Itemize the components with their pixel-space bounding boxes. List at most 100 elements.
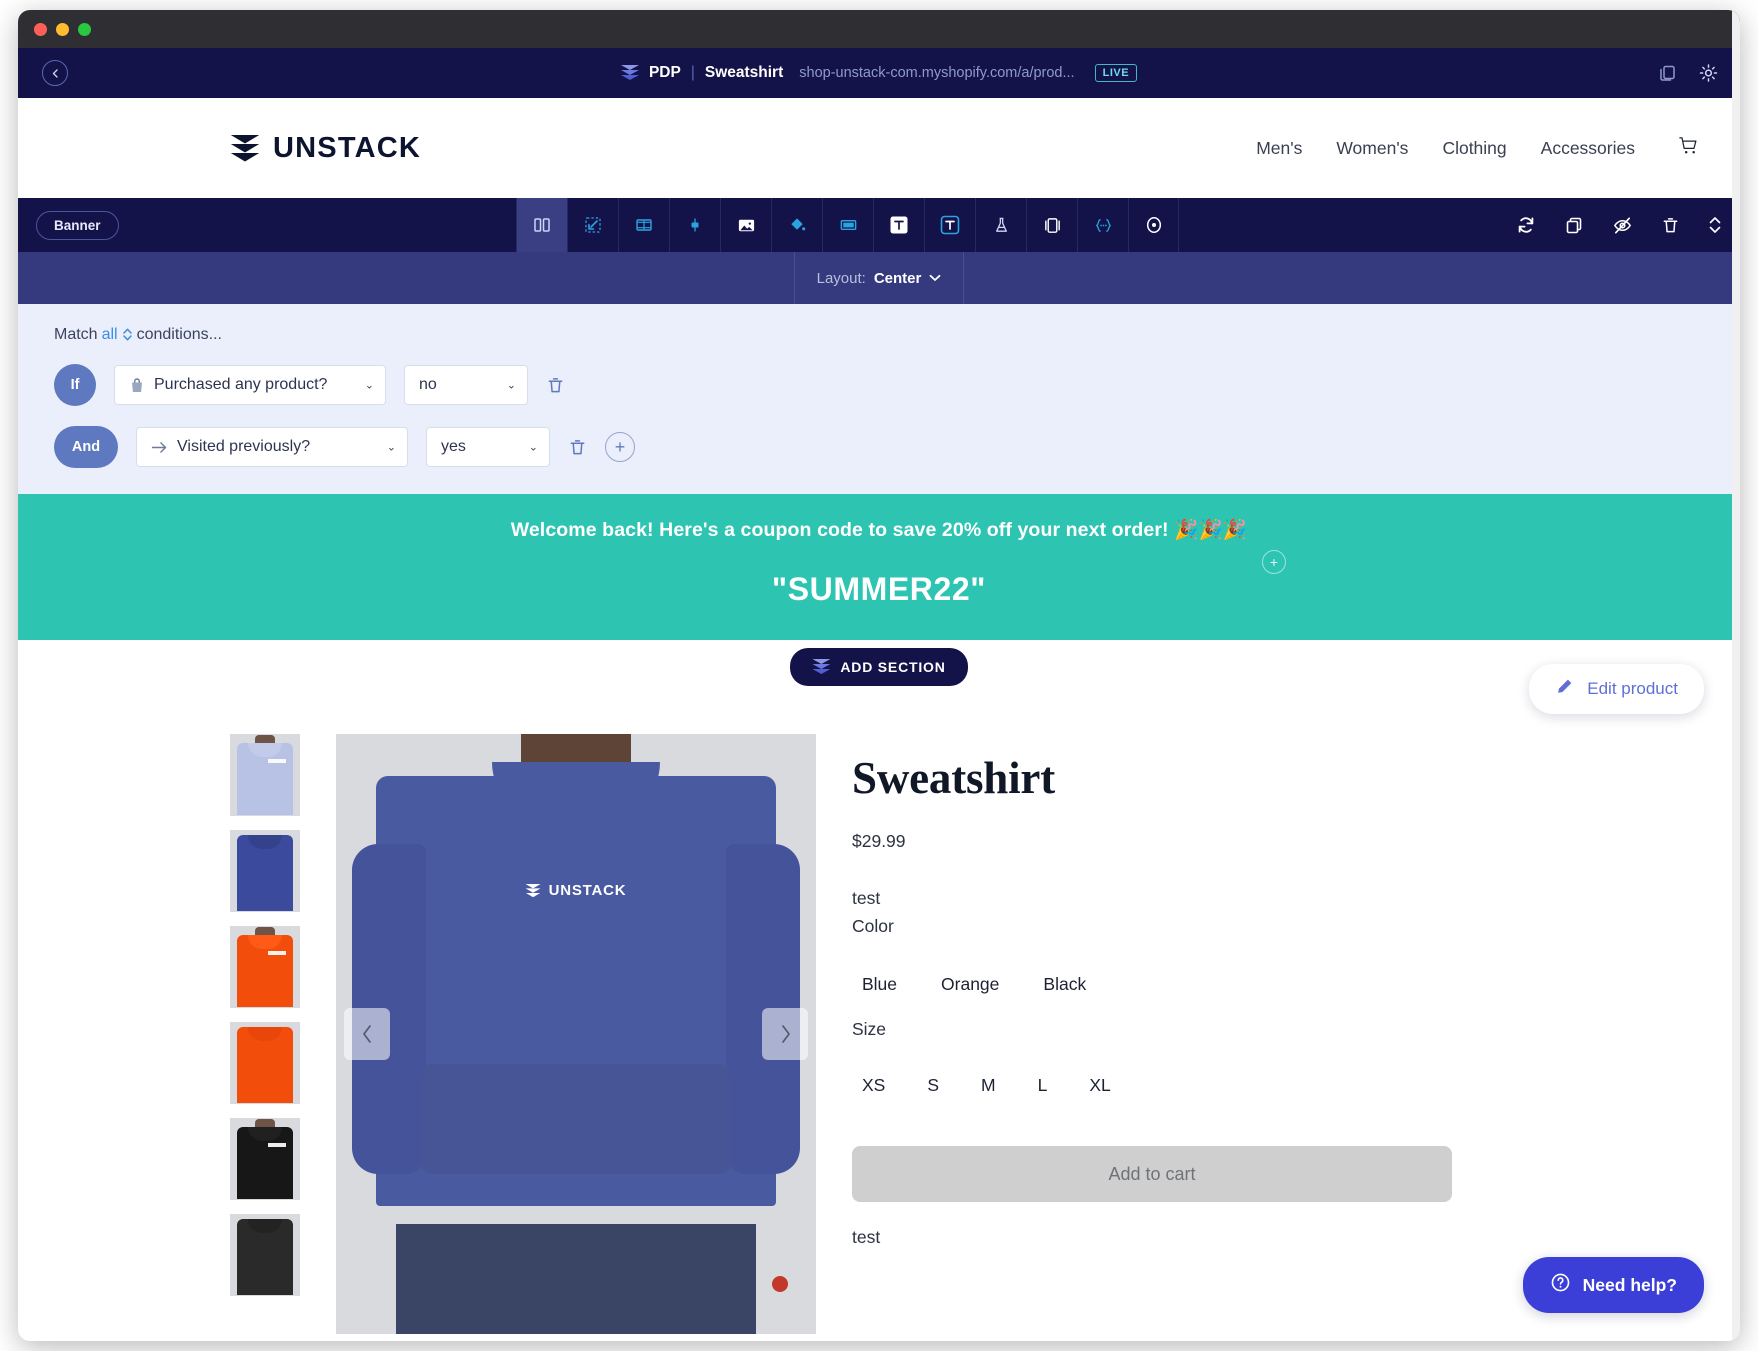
size-option-xs[interactable]: XS xyxy=(852,1073,895,1098)
condition-value-select-0[interactable]: no ⌄ xyxy=(404,365,528,405)
add-section-label: ADD SECTION xyxy=(840,659,946,675)
chevron-down-icon: ⌄ xyxy=(364,379,374,392)
paint-bucket-icon[interactable] xyxy=(771,198,822,252)
target-icon[interactable] xyxy=(1128,198,1179,252)
align-icon[interactable] xyxy=(669,198,720,252)
color-option-blue[interactable]: Blue xyxy=(852,972,907,997)
delete-condition-button-0[interactable] xyxy=(546,376,565,395)
image-icon[interactable] xyxy=(720,198,771,252)
nav-item-clothing[interactable]: Clothing xyxy=(1442,138,1506,159)
window-minimize-button[interactable] xyxy=(56,22,69,36)
carousel-prev-button[interactable] xyxy=(344,1008,390,1060)
status-badge: LIVE xyxy=(1094,64,1138,82)
color-option-black[interactable]: Black xyxy=(1033,972,1096,997)
size-option-m[interactable]: M xyxy=(971,1073,1006,1098)
need-help-button[interactable]: Need help? xyxy=(1522,1257,1704,1313)
product-hero-image[interactable]: UNSTACK xyxy=(336,734,816,1334)
size-option-l[interactable]: L xyxy=(1028,1073,1058,1098)
section-resize-icon[interactable] xyxy=(567,198,618,252)
window-zoom-button[interactable] xyxy=(78,22,91,36)
condition-value-label-1: yes xyxy=(441,438,466,455)
model-jeans xyxy=(396,1224,756,1334)
hide-eye-icon[interactable] xyxy=(1612,215,1633,236)
match-mode-value[interactable]: all xyxy=(102,326,118,344)
add-section-button[interactable]: ADD SECTION xyxy=(790,648,968,686)
hoodie-pocket xyxy=(422,1064,730,1174)
filmstrip-icon[interactable] xyxy=(618,198,669,252)
brand-logo[interactable]: UNSTACK xyxy=(230,132,421,165)
section-toolbar: Banner xyxy=(18,198,1740,252)
chevron-right-icon xyxy=(781,1025,790,1043)
add-condition-button[interactable]: + xyxy=(605,432,635,462)
match-line: Match all conditions... xyxy=(54,326,1740,344)
hero-logo-text: UNSTACK xyxy=(548,882,627,899)
section-actions xyxy=(1516,198,1722,252)
product-detail-area: UNSTACK Sweatshirt $29.99 test Color Blu… xyxy=(18,694,1740,1334)
size-option-xl[interactable]: XL xyxy=(1079,1073,1120,1098)
add-to-cart-button[interactable]: Add to cart xyxy=(852,1146,1452,1202)
nav-item-mens[interactable]: Men's xyxy=(1256,138,1302,159)
size-option-s[interactable]: S xyxy=(917,1073,949,1098)
product-title: Sweatshirt xyxy=(852,753,1055,803)
arrow-right-icon xyxy=(151,441,168,454)
duplicate-icon[interactable] xyxy=(1564,215,1584,235)
section-tool-group xyxy=(516,198,1179,252)
nav-item-accessories[interactable]: Accessories xyxy=(1541,138,1635,159)
page-type-label: PDP xyxy=(648,64,681,81)
gear-icon[interactable] xyxy=(1699,64,1718,83)
condition-field-select-1[interactable]: Visited previously? ⌄ xyxy=(136,427,408,467)
slides-icon[interactable] xyxy=(1026,198,1077,252)
unstack-stack-icon xyxy=(525,884,541,898)
page-name-label: Sweatshirt xyxy=(704,64,784,81)
thumb-orange-back[interactable] xyxy=(230,1022,300,1104)
question-circle-icon xyxy=(1550,1272,1571,1298)
thumb-blue-back[interactable] xyxy=(230,830,300,912)
shopping-cart-icon[interactable] xyxy=(1677,134,1700,162)
hero-unstack-logo: UNSTACK xyxy=(525,882,627,899)
thumb-black-back[interactable] xyxy=(230,1214,300,1296)
thumb-orange-front[interactable] xyxy=(230,926,300,1008)
layout-settings-row: Layout: Center xyxy=(18,252,1740,304)
section-type-chip[interactable]: Banner xyxy=(36,210,119,240)
color-option-orange[interactable]: Orange xyxy=(931,972,1009,997)
refresh-icon[interactable] xyxy=(1516,215,1536,235)
back-button[interactable] xyxy=(42,60,68,86)
match-suffix: conditions... xyxy=(136,326,222,343)
size-option-label: Size xyxy=(852,1019,887,1039)
copy-icon[interactable] xyxy=(1658,64,1677,83)
delete-condition-button-1[interactable] xyxy=(568,438,587,457)
condition-row-and: And Visited previously? ⌄ yes ⌄ + xyxy=(54,426,1740,468)
color-option-label: Color xyxy=(852,916,894,936)
product-note-top: test xyxy=(852,888,881,908)
storefront-header: UNSTACK Men's Women's Clothing Accessori… xyxy=(18,98,1740,198)
page-scrollbar[interactable] xyxy=(1732,10,1740,1341)
add-block-button[interactable]: + xyxy=(1262,550,1286,574)
condition-value-select-1[interactable]: yes ⌄ xyxy=(426,427,550,467)
conditions-panel: Match all conditions... If Purchased any… xyxy=(18,304,1740,494)
thumb-black-front[interactable] xyxy=(230,1118,300,1200)
condition-field-select-0[interactable]: Purchased any product? ⌄ xyxy=(114,365,386,405)
condition-tag-if: If xyxy=(54,364,96,406)
condition-row-if: If Purchased any product? ⌄ no ⌄ xyxy=(54,364,1740,406)
product-info-panel: Sweatshirt $29.99 test Color Blue Orange… xyxy=(852,734,1492,1334)
title-separator: | xyxy=(690,64,695,81)
carousel-next-button[interactable] xyxy=(762,1008,808,1060)
brand-name: UNSTACK xyxy=(273,131,422,164)
thumb-light-blue-front[interactable] xyxy=(230,734,300,816)
layout-select[interactable]: Layout: Center xyxy=(793,252,965,304)
flask-icon[interactable] xyxy=(975,198,1026,252)
shopping-bag-icon xyxy=(129,377,145,394)
nav-item-womens[interactable]: Women's xyxy=(1336,138,1408,159)
match-mode-stepper-icon[interactable] xyxy=(122,327,133,344)
background-icon[interactable] xyxy=(822,198,873,252)
window-close-button[interactable] xyxy=(34,22,47,36)
layout-label: Layout: xyxy=(816,269,866,287)
code-braces-icon[interactable] xyxy=(1077,198,1128,252)
reorder-updown-icon[interactable] xyxy=(1708,215,1722,235)
text-dark-icon[interactable] xyxy=(924,198,975,252)
product-thumbnail-list xyxy=(230,734,300,1334)
trash-icon[interactable] xyxy=(1661,216,1680,235)
text-light-icon[interactable] xyxy=(873,198,924,252)
app-window: PDP | Sweatshirt shop-unstack-com.myshop… xyxy=(18,10,1740,1341)
columns-icon[interactable] xyxy=(516,198,567,252)
